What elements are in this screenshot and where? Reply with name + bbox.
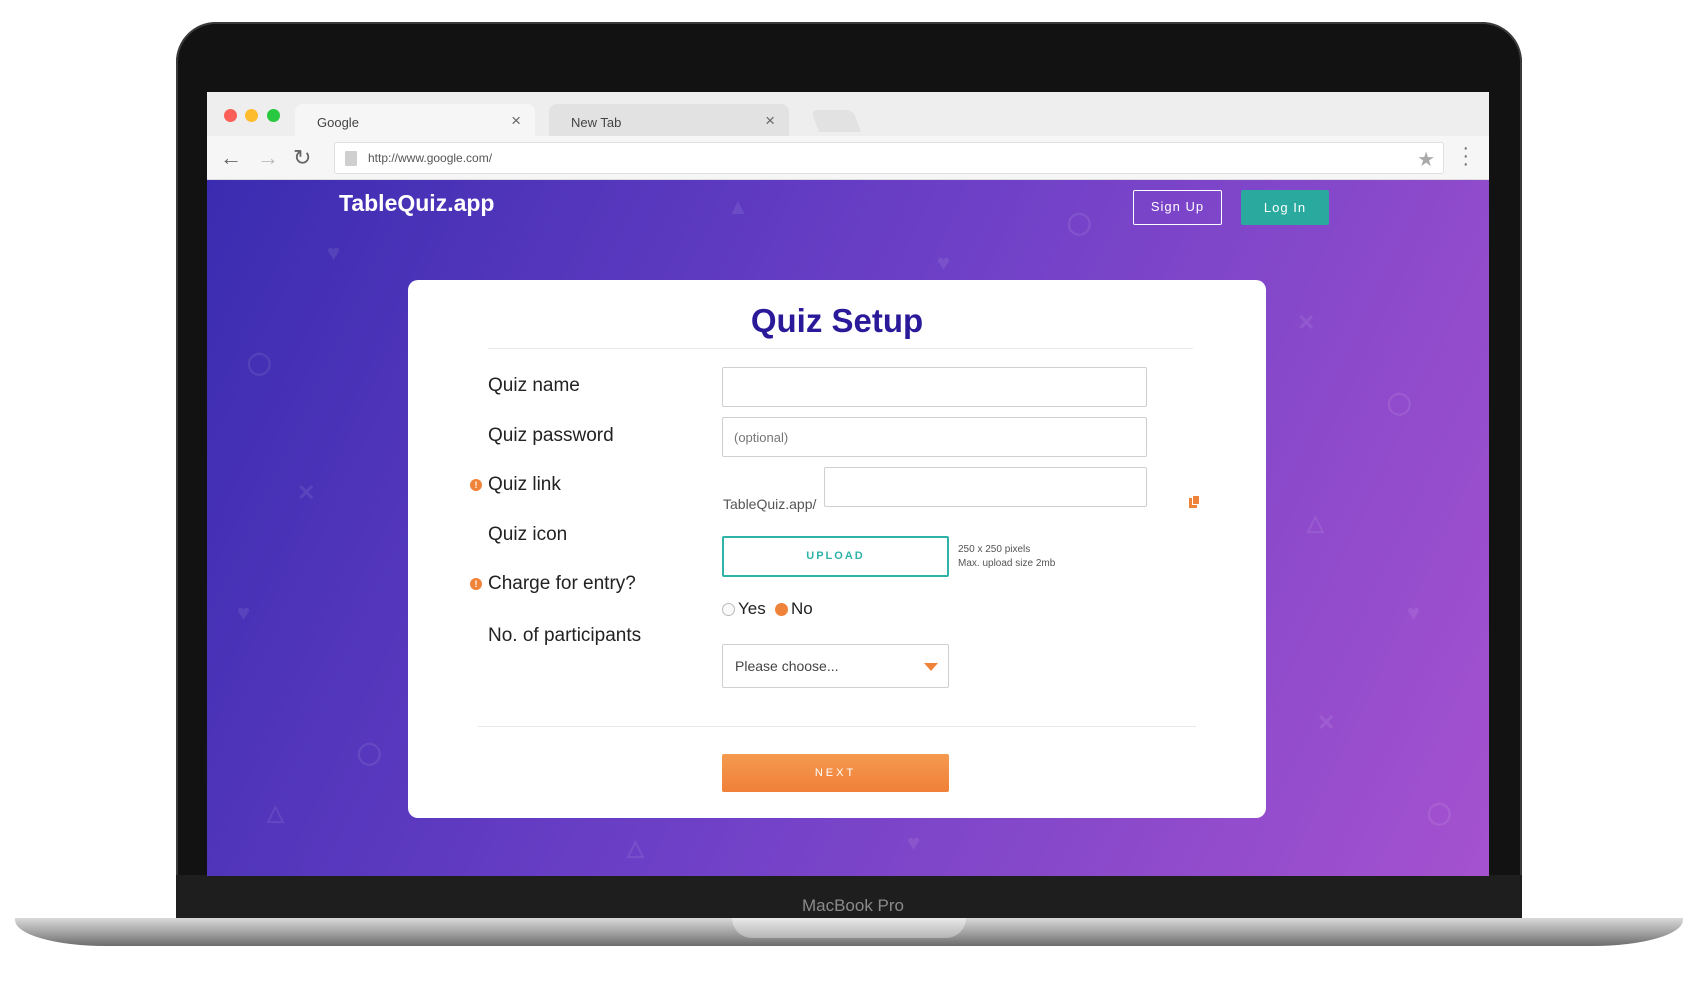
pattern-shape: ♥ (327, 240, 341, 265)
tab-label: Google (317, 115, 359, 130)
site-logo[interactable]: TableQuiz.app (339, 190, 494, 217)
tab-new-tab[interactable]: New Tab × (549, 104, 789, 137)
laptop-brand-label: MacBook Pro (801, 896, 905, 915)
upload-size-hint: 250 x 250 pixels (958, 544, 1031, 555)
pattern-shape: △ (267, 800, 284, 825)
browser-toolbar: ← → ↻ http://www.google.com/ ★ · · · (207, 136, 1489, 180)
pattern-shape: ✕ (297, 480, 316, 505)
next-button[interactable]: NEXT (722, 754, 949, 792)
log-in-button[interactable]: Log In (1241, 190, 1329, 225)
pattern-shape: ♥ (937, 250, 951, 275)
upload-button[interactable]: UPLOAD (722, 536, 949, 577)
pattern-shape: ◯ (357, 740, 382, 765)
participants-selected-value: Please choose... (735, 658, 839, 674)
pattern-shape: ◯ (1427, 800, 1452, 825)
pattern-shape: △ (627, 835, 644, 860)
close-icon[interactable]: × (765, 111, 775, 131)
pattern-shape: ✕ (1297, 310, 1316, 335)
pattern-shape: △ (1307, 510, 1324, 535)
sign-up-button[interactable]: Sign Up (1133, 190, 1222, 225)
divider (478, 726, 1196, 727)
close-icon[interactable]: × (511, 111, 521, 131)
pattern-shape: ◯ (1387, 390, 1412, 415)
browser-window: Google × New Tab × ← → ↻ http://www.goog… (207, 92, 1489, 876)
charge-no-label[interactable]: No (791, 599, 813, 619)
pattern-shape: ◯ (1067, 210, 1092, 235)
pattern-shape: ♥ (1407, 600, 1421, 625)
quiz-password-input[interactable] (722, 417, 1147, 457)
quiz-link-label: Quiz link (488, 474, 561, 495)
quiz-icon-label: Quiz icon (488, 524, 568, 545)
laptop-notch (732, 918, 966, 938)
quiz-link-input[interactable] (824, 467, 1147, 507)
charge-yes-radio[interactable] (722, 603, 735, 616)
new-tab-button[interactable] (810, 110, 862, 132)
tab-bar: Google × New Tab × (207, 92, 1489, 137)
minimize-window-button[interactable] (245, 109, 258, 122)
info-icon[interactable]: ! (470, 578, 482, 590)
forward-arrow-icon[interactable]: → (257, 145, 279, 171)
address-bar[interactable]: http://www.google.com/ ★ (334, 142, 1444, 174)
upload-max-hint: Max. upload size 2mb (958, 558, 1056, 569)
quiz-name-label: Quiz name (488, 375, 580, 396)
maximize-window-button[interactable] (267, 109, 280, 122)
browser-menu-icon[interactable]: · · · (1462, 138, 1469, 174)
quiz-setup-card: Quiz Setup Quiz name Quiz password ! Qui… (408, 280, 1266, 818)
pattern-shape: ▲ (727, 194, 749, 219)
quiz-link-prefix: TableQuiz.app/ (723, 496, 817, 512)
tab-google[interactable]: Google × (295, 104, 535, 137)
quiz-name-input[interactable] (722, 367, 1147, 407)
charge-yes-label[interactable]: Yes (738, 599, 766, 619)
charge-label: Charge for entry? (488, 573, 636, 594)
page-background: ♥ ◯ △ ✕ ♥ ◯ △ ▲ ♥ ◯ ✕ ◯ △ ♥ ✕ ◯ ♥ △ Tabl… (207, 180, 1489, 876)
chevron-down-icon (924, 663, 938, 671)
pattern-shape: ✕ (1317, 710, 1336, 735)
page-icon (345, 151, 357, 166)
participants-select[interactable]: Please choose... (722, 644, 949, 688)
close-window-button[interactable] (224, 109, 237, 122)
address-url: http://www.google.com/ (368, 151, 493, 165)
bookmark-star-icon[interactable]: ★ (1417, 147, 1435, 172)
charge-no-radio[interactable] (775, 603, 788, 616)
back-arrow-icon[interactable]: ← (220, 145, 242, 171)
pattern-shape: ♥ (237, 600, 251, 625)
participants-label: No. of participants (488, 625, 642, 646)
copy-icon[interactable] (1189, 495, 1200, 509)
pattern-shape: ♥ (907, 830, 921, 855)
page-title: Quiz Setup (750, 302, 924, 339)
tab-label: New Tab (571, 115, 622, 130)
pattern-shape: ◯ (247, 350, 272, 375)
divider (488, 348, 1193, 349)
quiz-password-label: Quiz password (488, 425, 614, 446)
info-icon[interactable]: ! (470, 479, 482, 491)
reload-icon[interactable]: ↻ (293, 145, 311, 171)
